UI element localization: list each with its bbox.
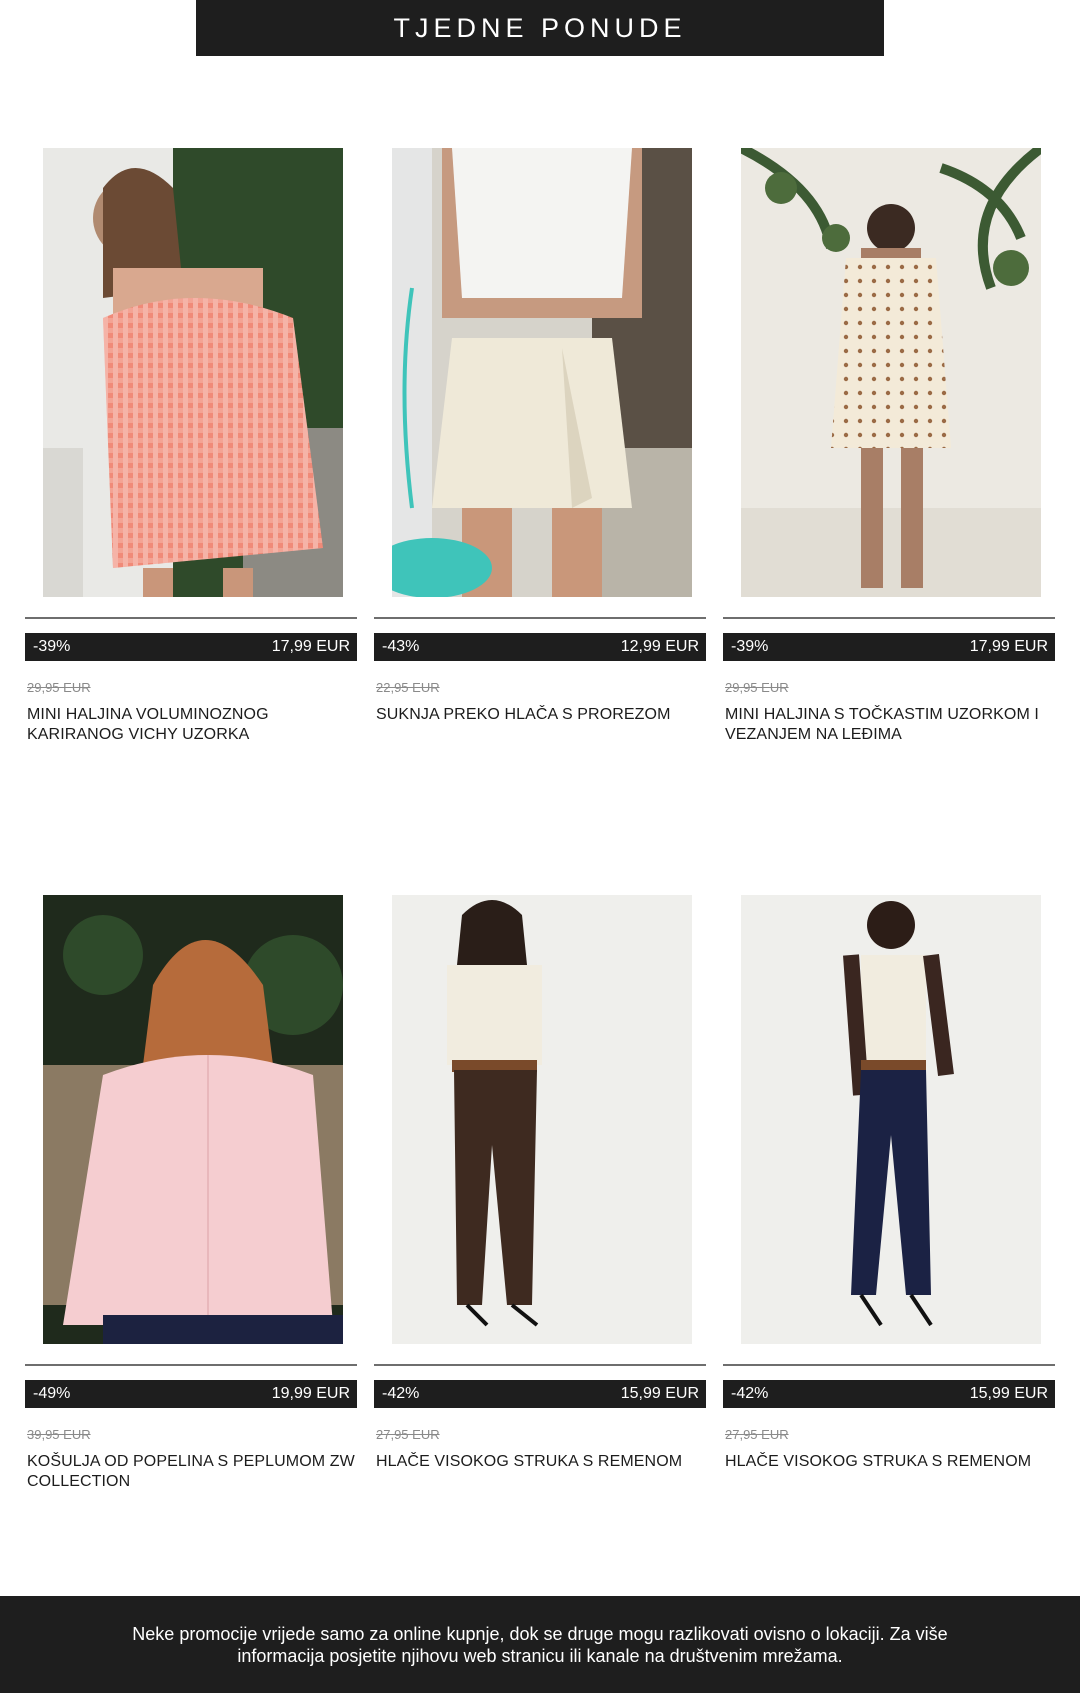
price-bar: -42% 15,99 EUR	[374, 1380, 706, 1408]
skort-photo	[392, 148, 692, 597]
divider	[374, 617, 706, 619]
product-title[interactable]: MINI HALJINA VOLUMINOZNOG KARIRANOG VICH…	[27, 705, 359, 745]
product-image[interactable]	[43, 895, 343, 1344]
product-title[interactable]: MINI HALJINA S TOČKASTIM UZORKOM I VEZAN…	[725, 705, 1057, 745]
sale-price: 15,99 EUR	[620, 1385, 699, 1402]
page-title: TJEDNE PONUDE	[196, 0, 884, 56]
discount-badge: -39%	[33, 638, 71, 655]
divider	[374, 1364, 706, 1366]
discount-badge: -42%	[382, 1385, 420, 1402]
price-bar: -39% 17,99 EUR	[723, 633, 1055, 661]
polka-dot-dress-photo	[741, 148, 1041, 597]
footer-disclaimer: Neke promocije vrijede samo za online ku…	[0, 1596, 1080, 1693]
discount-badge: -43%	[382, 638, 420, 655]
original-price: 22,95 EUR	[376, 680, 440, 695]
sale-price: 12,99 EUR	[620, 638, 699, 655]
original-price: 39,95 EUR	[27, 1427, 91, 1442]
price-bar: -42% 15,99 EUR	[723, 1380, 1055, 1408]
sale-price: 15,99 EUR	[969, 1385, 1048, 1402]
price-bar: -39% 17,99 EUR	[25, 633, 357, 661]
original-price: 27,95 EUR	[725, 1427, 789, 1442]
discount-badge: -42%	[731, 1385, 769, 1402]
divider	[723, 1364, 1055, 1366]
gingham-dress-photo	[43, 148, 343, 597]
brown-trousers-photo	[392, 895, 692, 1344]
pink-shirt-photo	[43, 895, 343, 1344]
sale-price: 19,99 EUR	[271, 1385, 350, 1402]
sale-price: 17,99 EUR	[969, 638, 1048, 655]
divider	[25, 1364, 357, 1366]
original-price: 27,95 EUR	[376, 1427, 440, 1442]
product-image[interactable]	[741, 148, 1041, 597]
navy-trousers-photo	[741, 895, 1041, 1344]
discount-badge: -39%	[731, 638, 769, 655]
product-title[interactable]: HLAČE VISOKOG STRUKA S REMENOM	[725, 1452, 1057, 1472]
product-image[interactable]	[392, 895, 692, 1344]
product-title[interactable]: HLAČE VISOKOG STRUKA S REMENOM	[376, 1452, 708, 1472]
sale-price: 17,99 EUR	[271, 638, 350, 655]
product-image[interactable]	[741, 895, 1041, 1344]
divider	[723, 617, 1055, 619]
product-image[interactable]	[392, 148, 692, 597]
price-bar: -43% 12,99 EUR	[374, 633, 706, 661]
discount-badge: -49%	[33, 1385, 71, 1402]
original-price: 29,95 EUR	[725, 680, 789, 695]
divider	[25, 617, 357, 619]
price-bar: -49% 19,99 EUR	[25, 1380, 357, 1408]
original-price: 29,95 EUR	[27, 680, 91, 695]
product-image[interactable]	[43, 148, 343, 597]
product-title[interactable]: SUKNJA PREKO HLAČA S PROREZOM	[376, 705, 708, 725]
product-title[interactable]: KOŠULJA OD POPELINA S PEPLUMOM ZW COLLEC…	[27, 1452, 359, 1492]
footer-text: Neke promocije vrijede samo za online ku…	[132, 1623, 948, 1666]
